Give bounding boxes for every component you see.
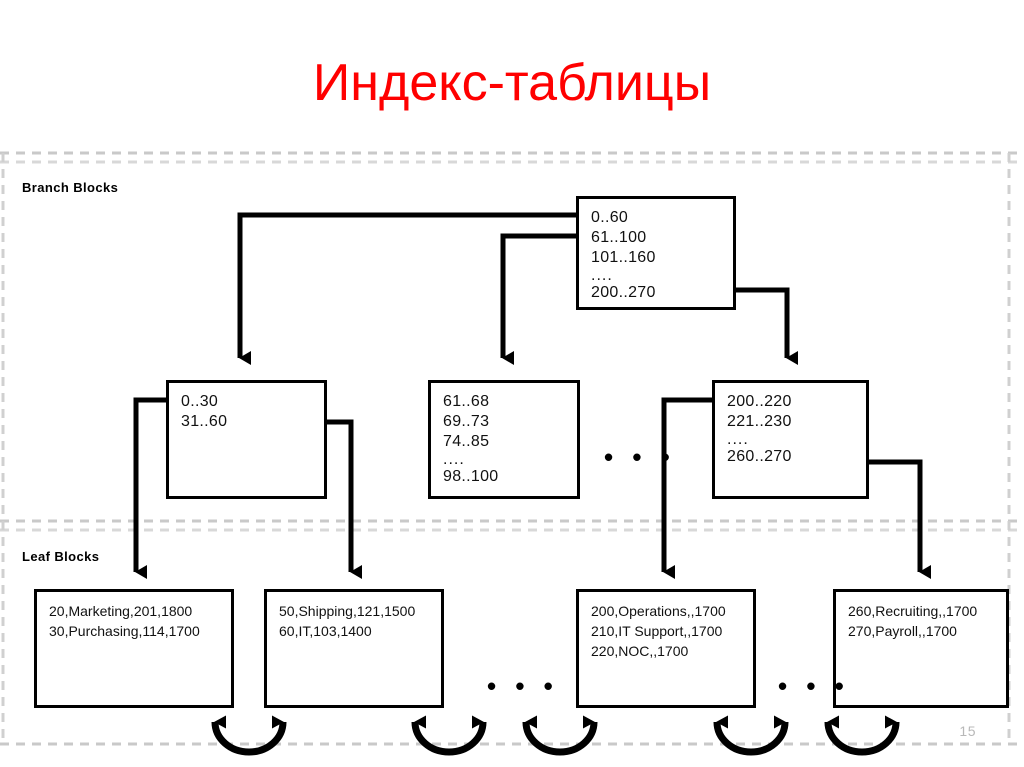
connector-branch3-to-leaf4 (868, 459, 931, 579)
branch-gap-ellipsis: • • • (604, 442, 676, 472)
root-block-content: 0..60 61..100 101..160 .... 200..270 (591, 208, 727, 303)
branch3-line-1: 200..220 (727, 393, 792, 410)
root-line-2: 61..100 (591, 229, 647, 246)
leaf-block-1[interactable]: 20,Marketing,201,1800 30,Purchasing,114,… (34, 589, 234, 708)
leaf-chain-arrow-2 (411, 715, 487, 756)
branch2-line-1: 61..68 (443, 393, 490, 410)
branch3-line-4: 260..270 (727, 448, 792, 465)
connector-root-to-branch3 (734, 287, 798, 365)
branch-block-2[interactable]: 61..68 69..73 74..85 .... 98..100 (428, 380, 580, 499)
region-label-leaf-blocks: Leaf Blocks (22, 549, 100, 564)
index-tree-diagram: Branch Blocks Leaf Blocks 0..60 61..100 … (0, 0, 1024, 767)
connector-branch3-to-leaf3 (661, 397, 714, 579)
leaf-chain-arrow-1 (211, 715, 287, 756)
leaf-block-4-content: 260,Recruiting,,1700 270,Payroll,,1700 (848, 601, 1000, 641)
branch-block-3-content: 200..220 221..230 .... 260..270 (727, 392, 860, 467)
leaf-chain-arrow-4 (713, 715, 789, 756)
leaf4-line-1: 260,Recruiting,,1700 (848, 603, 978, 619)
branch-block-1[interactable]: 0..30 31..60 (166, 380, 327, 499)
branch1-line-1: 0..30 (181, 393, 219, 410)
region-divider-middle (0, 519, 1024, 532)
branch-block-2-content: 61..68 69..73 74..85 .... 98..100 (443, 392, 571, 487)
branch2-line-2: 69..73 (443, 413, 490, 430)
region-label-branch-blocks: Branch Blocks (22, 180, 119, 195)
root-line-5: 200..270 (591, 284, 656, 301)
branch-block-1-content: 0..30 31..60 (181, 392, 318, 432)
branch2-line-5: 98..100 (443, 468, 499, 485)
connector-branch1-to-leaf1 (133, 397, 168, 579)
leaf-chain-arrow-5 (824, 715, 900, 756)
leaf-block-3-content: 200,Operations,,1700 210,IT Support,,170… (591, 601, 747, 661)
branch2-line-4: .... (443, 451, 465, 468)
leaf-block-2[interactable]: 50,Shipping,121,1500 60,IT,103,1400 (264, 589, 444, 708)
leaf-block-4[interactable]: 260,Recruiting,,1700 270,Payroll,,1700 (833, 589, 1009, 708)
branch3-line-3: .... (727, 431, 749, 448)
leaf-chain-arrow-3 (522, 715, 598, 756)
leaf-block-1-content: 20,Marketing,201,1800 30,Purchasing,114,… (49, 601, 225, 641)
root-line-4: .... (591, 267, 613, 284)
connector-branch1-to-leaf2 (325, 419, 362, 579)
branch3-line-2: 221..230 (727, 413, 792, 430)
leaf4-line-2: 270,Payroll,,1700 (848, 623, 957, 639)
leaf1-line-1: 20,Marketing,201,1800 (49, 603, 193, 619)
leaf3-line-2: 210,IT Support,,1700 (591, 623, 723, 639)
connector-root-to-branch2 (500, 233, 578, 365)
branch1-line-2: 31..60 (181, 413, 228, 430)
branch-block-3[interactable]: 200..220 221..230 .... 260..270 (712, 380, 869, 499)
leaf-gap-ellipsis-2: • • • (778, 671, 850, 701)
leaf-block-2-content: 50,Shipping,121,1500 60,IT,103,1400 (279, 601, 435, 641)
leaf2-line-2: 60,IT,103,1400 (279, 623, 372, 639)
leaf2-line-1: 50,Shipping,121,1500 (279, 603, 416, 619)
leaf1-line-2: 30,Purchasing,114,1700 (49, 623, 200, 639)
leaf3-line-3: 220,NOC,,1700 (591, 643, 689, 659)
branch2-line-3: 74..85 (443, 433, 490, 450)
page-number: 15 (959, 723, 976, 739)
root-block[interactable]: 0..60 61..100 101..160 .... 200..270 (576, 196, 736, 310)
leaf-block-3[interactable]: 200,Operations,,1700 210,IT Support,,170… (576, 589, 756, 708)
region-divider-top (0, 151, 1024, 164)
leaf3-line-1: 200,Operations,,1700 (591, 603, 726, 619)
slide-canvas: Индекс-таблицы Branch Blocks Leaf Blocks… (0, 0, 1024, 767)
leaf-gap-ellipsis-1: • • • (487, 671, 559, 701)
root-line-1: 0..60 (591, 209, 629, 226)
root-line-3: 101..160 (591, 249, 656, 266)
